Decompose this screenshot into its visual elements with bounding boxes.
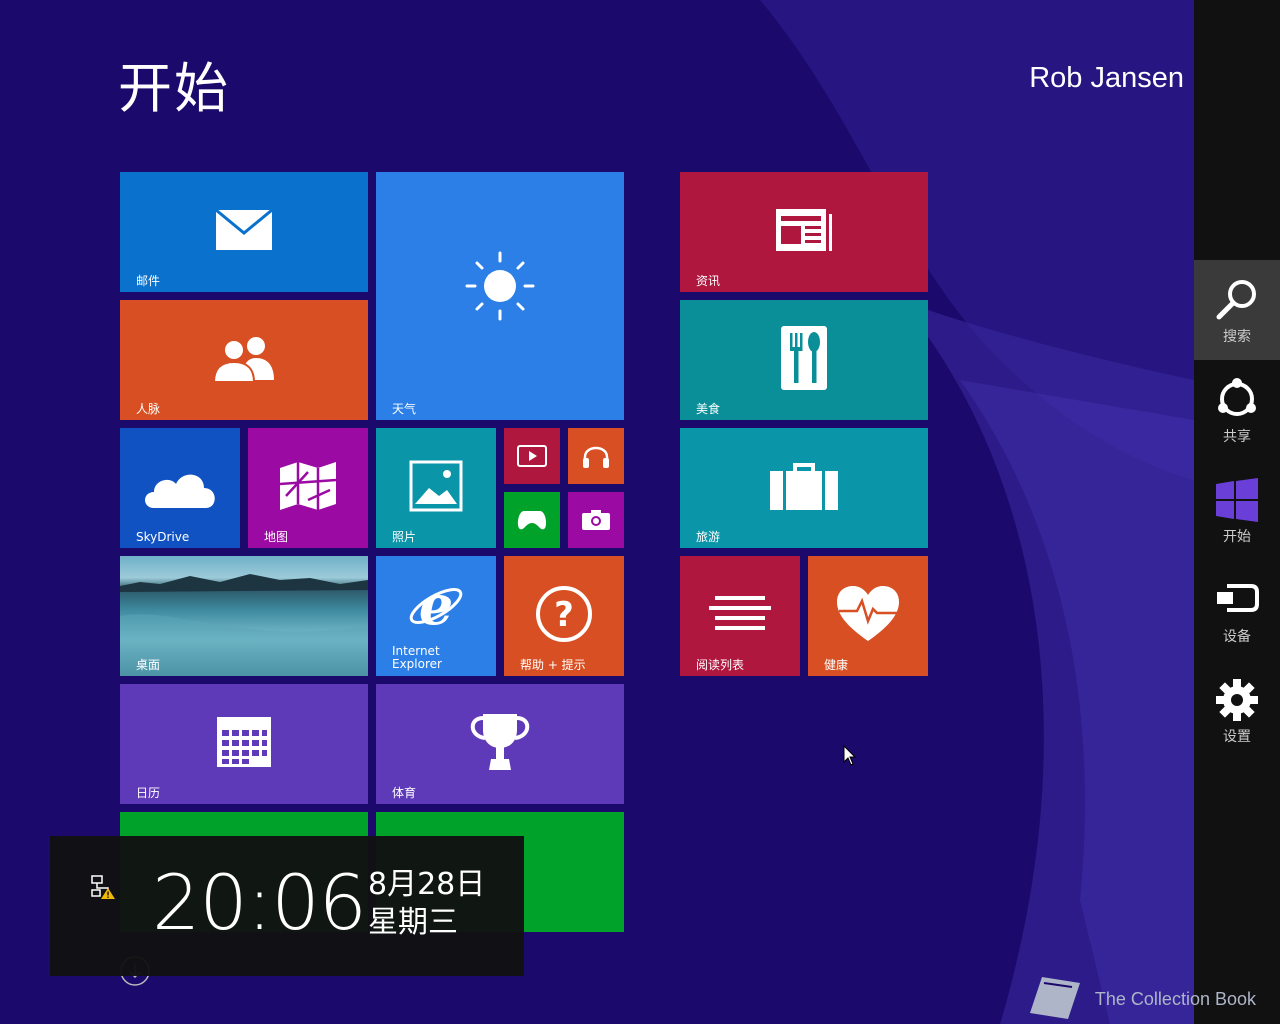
ie-label-line2: Explorer xyxy=(392,657,442,671)
tile-skydrive[interactable]: SkyDrive xyxy=(120,428,240,548)
gear-icon xyxy=(1216,679,1258,721)
tile-games[interactable] xyxy=(504,492,560,548)
ie-logo-icon: e xyxy=(409,578,463,634)
tile-video[interactable] xyxy=(504,428,560,484)
tile-label: 健康 xyxy=(824,658,849,672)
charm-label: 设置 xyxy=(1223,729,1251,745)
tile-help-tips[interactable]: ? 帮助 + 提示 xyxy=(504,556,624,676)
clock-date: 8月28日 xyxy=(368,867,486,902)
video-icon xyxy=(517,445,547,467)
devices-icon xyxy=(1217,584,1259,612)
charm-share[interactable]: 共享 xyxy=(1194,360,1280,460)
start-title: 开始 xyxy=(118,57,230,120)
tile-label: 日历 xyxy=(136,786,161,800)
reading-list-icon xyxy=(709,595,771,630)
windows-logo-icon xyxy=(1216,478,1258,522)
tile-label: 旅游 xyxy=(696,530,721,544)
tile-label: 邮件 xyxy=(136,274,161,288)
tile-music[interactable] xyxy=(568,428,624,484)
tile-label: 天气 xyxy=(392,402,417,416)
charm-devices[interactable]: 设备 xyxy=(1194,560,1280,660)
tile-health-fitness[interactable]: 健康 xyxy=(808,556,928,676)
cloud-icon xyxy=(145,474,215,508)
tile-internet-explorer[interactable]: e Internet Explorer xyxy=(376,556,496,676)
charm-label: 搜索 xyxy=(1223,329,1251,345)
heart-icon xyxy=(837,585,899,641)
headphones-icon xyxy=(583,446,609,468)
tile-label: 地图 xyxy=(264,530,289,544)
tile-people[interactable]: 人脉 xyxy=(120,300,368,420)
charm-search[interactable]: 搜索 xyxy=(1194,260,1280,360)
calendar-icon xyxy=(217,716,271,767)
tile-label: 桌面 xyxy=(136,658,161,672)
fork-spoon-icon xyxy=(781,325,827,390)
charm-start[interactable]: 开始 xyxy=(1194,460,1280,560)
tile-label: 帮助 + 提示 xyxy=(520,658,586,672)
tile-photos[interactable]: 照片 xyxy=(376,428,496,548)
clock-time: 20:06 xyxy=(152,858,367,947)
tile-camera[interactable] xyxy=(568,492,624,548)
watermark-text: The Collection Book xyxy=(1094,989,1256,1009)
people-icon xyxy=(212,336,274,382)
svg-text:?: ? xyxy=(554,595,574,635)
tile-news[interactable]: 资讯 xyxy=(680,172,928,292)
clock-date-block: 8月28日 星期三 xyxy=(368,866,485,942)
charm-label: 设备 xyxy=(1223,629,1251,645)
help-icon: ? xyxy=(536,585,592,642)
photo-icon xyxy=(409,460,463,512)
charm-settings[interactable]: 设置 xyxy=(1194,660,1280,760)
mouse-cursor-icon xyxy=(843,745,857,766)
tile-travel[interactable]: 旅游 xyxy=(680,428,928,548)
tile-reading-list[interactable]: 阅读列表 xyxy=(680,556,800,676)
tile-label: 体育 xyxy=(392,786,417,800)
charm-label: 开始 xyxy=(1223,529,1251,545)
tile-sports[interactable]: 体育 xyxy=(376,684,624,804)
tile-label: SkyDrive xyxy=(136,530,190,544)
gamepad-icon xyxy=(517,511,547,530)
tile-label: 美食 xyxy=(696,402,721,416)
charms-bar: 搜索 共享 开始 设备 设置 xyxy=(1194,0,1280,1024)
clock-weekday: 星期三 xyxy=(368,905,458,940)
clock-overlay: 20:06 8月28日 星期三 xyxy=(50,836,524,976)
ie-label-line1: Internet xyxy=(392,644,440,658)
tile-label: 资讯 xyxy=(696,274,721,288)
newspaper-icon xyxy=(776,208,832,251)
network-warning-icon xyxy=(91,875,115,899)
tile-label: 阅读列表 xyxy=(696,658,745,672)
sun-icon xyxy=(465,251,535,321)
magnifier-icon xyxy=(1216,280,1256,320)
svg-text:e: e xyxy=(419,578,453,634)
mail-icon xyxy=(215,208,273,250)
tile-label: Internet Explorer xyxy=(392,645,442,671)
share-icon xyxy=(1218,378,1256,416)
tile-maps[interactable]: 地图 xyxy=(248,428,368,548)
user-name[interactable]: Rob Jansen xyxy=(1029,62,1184,95)
tile-desktop[interactable]: 桌面 xyxy=(120,556,368,676)
tile-label: 人脉 xyxy=(136,402,161,416)
tile-weather[interactable]: 天气 xyxy=(376,172,624,420)
map-icon xyxy=(279,461,337,510)
tile-mail[interactable]: 邮件 xyxy=(120,172,368,292)
tile-calendar[interactable]: 日历 xyxy=(120,684,368,804)
tile-label: 照片 xyxy=(392,530,417,544)
camera-icon xyxy=(582,510,610,530)
tile-food-drink[interactable]: 美食 xyxy=(680,300,928,420)
book-logo-icon xyxy=(1030,977,1080,1019)
charm-label: 共享 xyxy=(1223,429,1251,445)
suitcase-icon xyxy=(770,462,838,510)
trophy-icon xyxy=(470,713,530,770)
